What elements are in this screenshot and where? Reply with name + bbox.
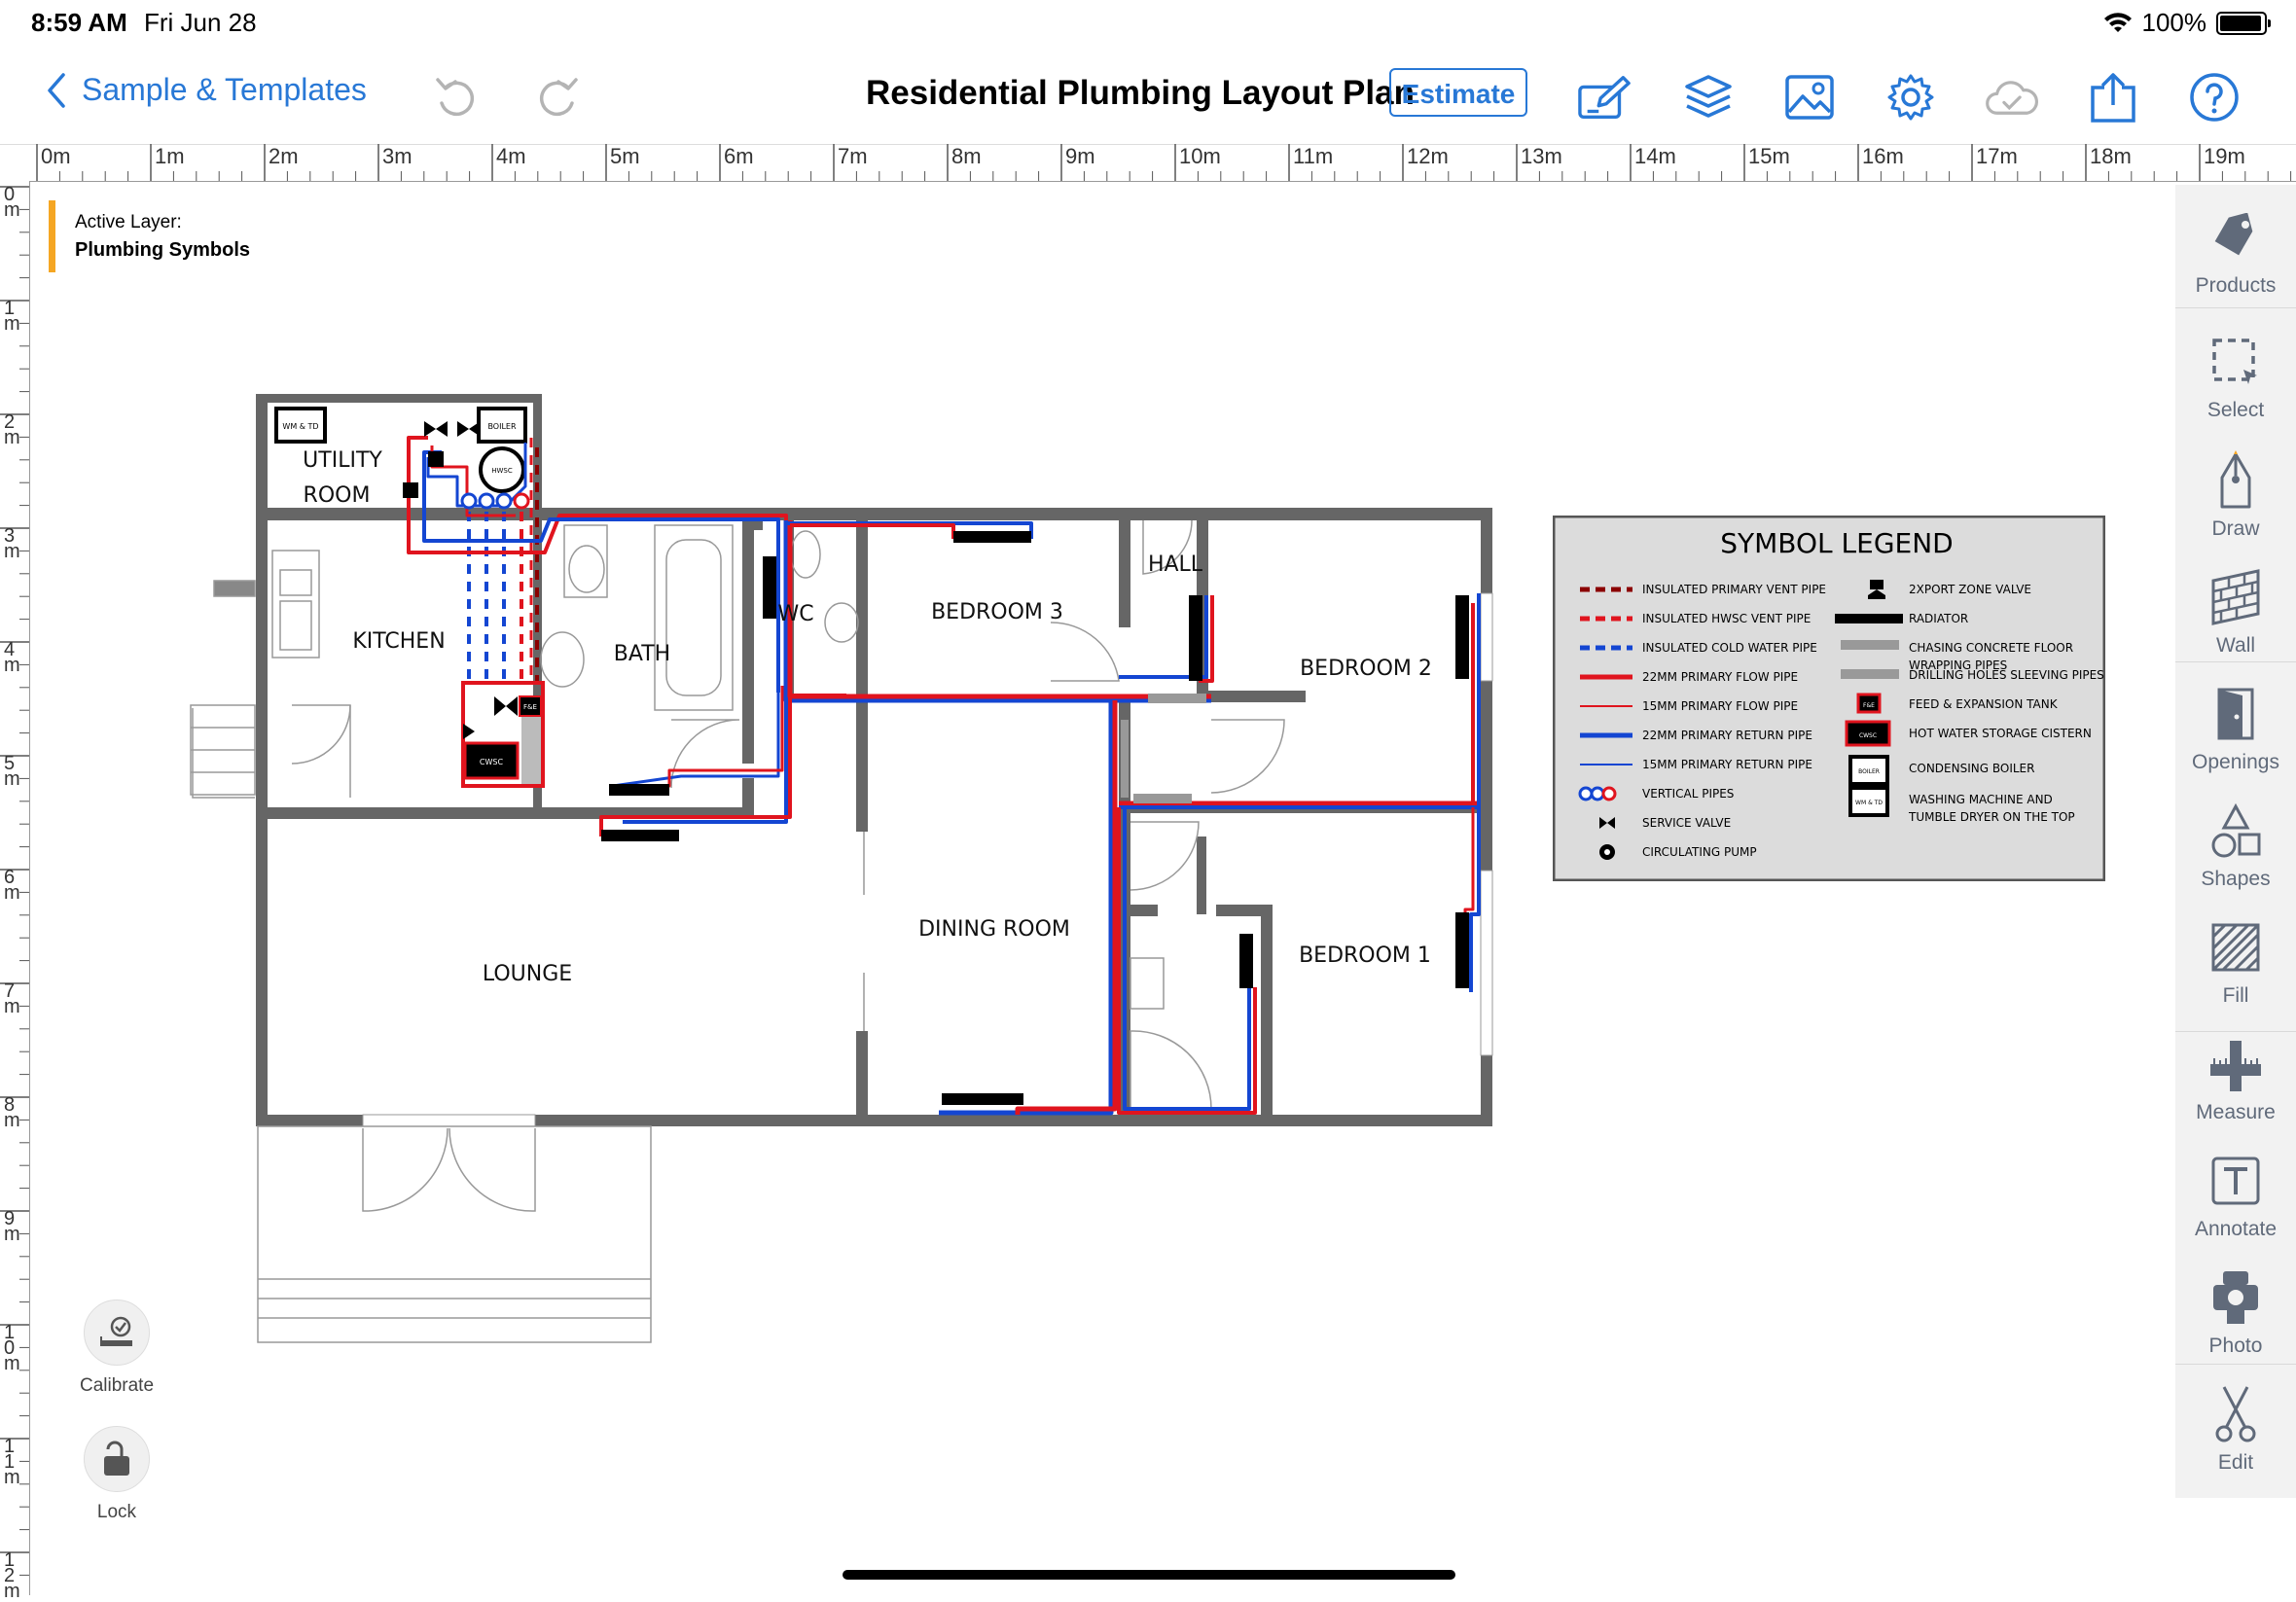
battery-icon — [2216, 12, 2267, 35]
legend-label: 22MM PRIMARY FLOW PIPE — [1642, 670, 1798, 684]
calibrate-label: Calibrate — [80, 1375, 154, 1396]
sidebar-item-edit[interactable]: Edit — [2175, 1383, 2296, 1475]
legend-label: VERTICAL PIPES — [1642, 787, 1734, 801]
legend-label: CIRCULATING PUMP — [1642, 845, 1757, 859]
legend-title: SYMBOL LEGEND — [1720, 527, 1953, 559]
sidebar-item-wall[interactable]: Wall — [2175, 566, 2296, 658]
boiler-tag: BOILER — [487, 422, 517, 431]
legend-label: INSULATED COLD WATER PIPE — [1642, 641, 1817, 655]
room-label-bedroom-1: BEDROOM 1 — [1299, 943, 1431, 968]
sidebar-item-label: Select — [2175, 399, 2296, 422]
tool-sidebar: Products Select Draw Wall Openings Shapes Fill… — [2175, 185, 2296, 1498]
ruler-icon — [2175, 1033, 2296, 1095]
sidebar-item-label: Products — [2175, 274, 2296, 298]
sidebar-item-label: Photo — [2175, 1335, 2296, 1358]
sidebar-item-label: Annotate — [2175, 1218, 2296, 1241]
sidebar-divider — [2175, 1364, 2296, 1365]
door-icon — [2175, 683, 2296, 745]
sidebar-item-label: Fill — [2175, 984, 2296, 1008]
legend-label: HOT WATER STORAGE CISTERN — [1909, 727, 2092, 740]
sidebar-item-label: Edit — [2175, 1451, 2296, 1475]
legend-label: DRILLING HOLES SLEEVING PIPES — [1909, 668, 2104, 682]
unlock-icon — [84, 1426, 150, 1492]
legend-item: RADIATOR — [1835, 612, 1968, 625]
sidebar-item-select[interactable]: Select — [2175, 331, 2296, 422]
room-label-lounge: LOUNGE — [483, 962, 572, 986]
room-label-utility-2: ROOM — [304, 483, 371, 508]
camera-icon — [2175, 1266, 2296, 1329]
room-label-wc: WC — [777, 602, 813, 626]
sidebar-item-openings[interactable]: Openings — [2175, 683, 2296, 774]
legend-boiler-tag: BOILER — [1858, 768, 1880, 775]
legend-label: 15MM PRIMARY RETURN PIPE — [1642, 758, 1812, 771]
sidebar-divider — [2175, 1031, 2296, 1032]
lock-button[interactable]: Lock — [58, 1426, 175, 1523]
legend-wm-tag: WM & TD — [1855, 800, 1883, 806]
sidebar-item-draw[interactable]: Draw — [2175, 449, 2296, 541]
sidebar-item-annotate[interactable]: Annotate — [2175, 1150, 2296, 1241]
legend-label: INSULATED HWSC VENT PIPE — [1642, 612, 1811, 625]
calibrate-icon — [84, 1299, 150, 1366]
room-label-dining: DINING ROOM — [918, 917, 1070, 942]
legend-label: 2XPORT ZONE VALVE — [1909, 583, 2031, 596]
brick-wall-icon — [2175, 566, 2296, 628]
lock-label: Lock — [97, 1502, 136, 1522]
room-label-bedroom-2: BEDROOM 2 — [1300, 657, 1432, 681]
scissors-icon — [2175, 1383, 2296, 1445]
pen-icon — [2175, 449, 2296, 512]
legend-label: INSULATED PRIMARY VENT PIPE — [1642, 583, 1826, 596]
sidebar-divider — [2175, 661, 2296, 662]
sidebar-divider — [2175, 307, 2296, 308]
tag-icon — [2175, 206, 2296, 268]
cwsc-tag: CWSC — [480, 758, 504, 766]
home-indicator — [843, 1570, 1455, 1580]
legend-label: 15MM PRIMARY FLOW PIPE — [1642, 699, 1798, 713]
legend-label: 22MM PRIMARY RETURN PIPE — [1642, 729, 1812, 742]
top-ruler-label: 19m — [2200, 144, 2245, 169]
select-icon — [2175, 331, 2296, 393]
hatch-fill-icon — [2175, 916, 2296, 979]
calibrate-button[interactable]: Calibrate — [58, 1299, 175, 1397]
room-label-utility: UTILITY — [303, 448, 382, 473]
sidebar-item-photo[interactable]: Photo — [2175, 1266, 2296, 1358]
room-label-bath: BATH — [614, 642, 670, 666]
room-label-hall: HALL — [1148, 552, 1203, 577]
legend-label: CONDENSING BOILER — [1909, 762, 2034, 775]
wm-tag: WM & TD — [282, 422, 318, 431]
legend-label: CHASING CONCRETE FLOOR — [1909, 641, 2073, 655]
hwsc-tag: HWSC — [491, 467, 513, 475]
sidebar-item-label: Shapes — [2175, 868, 2296, 891]
text-box-icon — [2175, 1150, 2296, 1212]
legend-label: WASHING MACHINE AND — [1909, 793, 2053, 806]
legend-label-2: TUMBLE DRYER ON THE TOP — [1908, 810, 2075, 824]
sidebar-item-label: Wall — [2175, 634, 2296, 658]
legend-label: RADIATOR — [1909, 612, 1968, 625]
room-label-kitchen: KITCHEN — [352, 629, 445, 654]
sidebar-item-label: Openings — [2175, 751, 2296, 774]
sidebar-item-shapes[interactable]: Shapes — [2175, 800, 2296, 891]
room-label-bedroom-3: BEDROOM 3 — [931, 600, 1063, 624]
legend-cwsc-tag: CWSC — [1859, 732, 1877, 739]
legend-fe-tag: F&E — [1863, 702, 1875, 709]
sidebar-item-label: Measure — [2175, 1101, 2296, 1124]
legend-label: SERVICE VALVE — [1642, 816, 1731, 830]
sidebar-item-measure[interactable]: Measure — [2175, 1033, 2296, 1124]
fe-tag: F&E — [523, 703, 537, 711]
help-icon[interactable] — [2187, 70, 2242, 125]
sidebar-item-products[interactable]: Products — [2175, 206, 2296, 298]
shapes-icon — [2175, 800, 2296, 862]
sidebar-item-label: Draw — [2175, 517, 2296, 541]
sidebar-item-fill[interactable]: Fill — [2175, 916, 2296, 1008]
legend-label: FEED & EXPANSION TANK — [1909, 697, 2059, 711]
symbol-legend[interactable]: SYMBOL LEGEND INSULATED PRIMARY VENT PIP… — [1553, 516, 2105, 881]
